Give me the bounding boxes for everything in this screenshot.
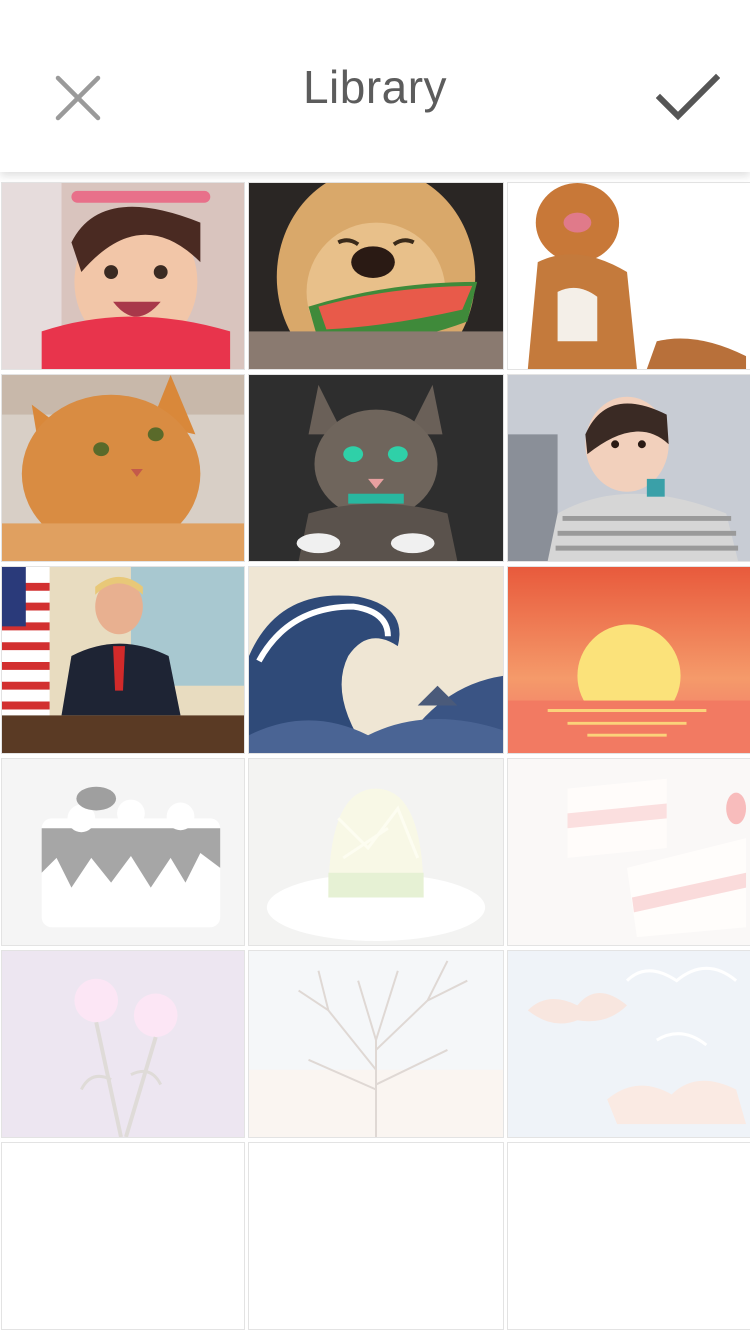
photo-baby-smiling[interactable] <box>1 182 245 370</box>
photo-great-wave[interactable] <box>248 566 504 754</box>
photo-baby-striped[interactable] <box>507 374 750 562</box>
photo-empty[interactable] <box>507 1142 750 1330</box>
photo-bare-tree[interactable] <box>248 950 504 1138</box>
photo-empty[interactable] <box>1 1142 245 1330</box>
library-screen: Library <box>0 0 750 1334</box>
confirm-button[interactable] <box>650 60 726 136</box>
photo-empty[interactable] <box>248 1142 504 1330</box>
photo-strawberry-cake[interactable] <box>507 758 750 946</box>
photo-drip-cake[interactable] <box>1 758 245 946</box>
photo-man-desk[interactable] <box>1 566 245 754</box>
photo-pink-flowers[interactable] <box>1 950 245 1138</box>
checkmark-icon <box>656 73 720 121</box>
photo-tabby-cat[interactable] <box>248 374 504 562</box>
page-title: Library <box>302 61 448 113</box>
photo-puppy[interactable] <box>507 182 750 370</box>
photo-orange-cat[interactable] <box>1 374 245 562</box>
photo-dome-cake[interactable] <box>248 758 504 946</box>
photo-cloud-sky[interactable] <box>507 950 750 1138</box>
header-bar: Library <box>0 0 750 172</box>
photo-sunset[interactable] <box>507 566 750 754</box>
photo-dog-watermelon[interactable] <box>248 182 504 370</box>
photo-grid <box>0 182 750 1334</box>
